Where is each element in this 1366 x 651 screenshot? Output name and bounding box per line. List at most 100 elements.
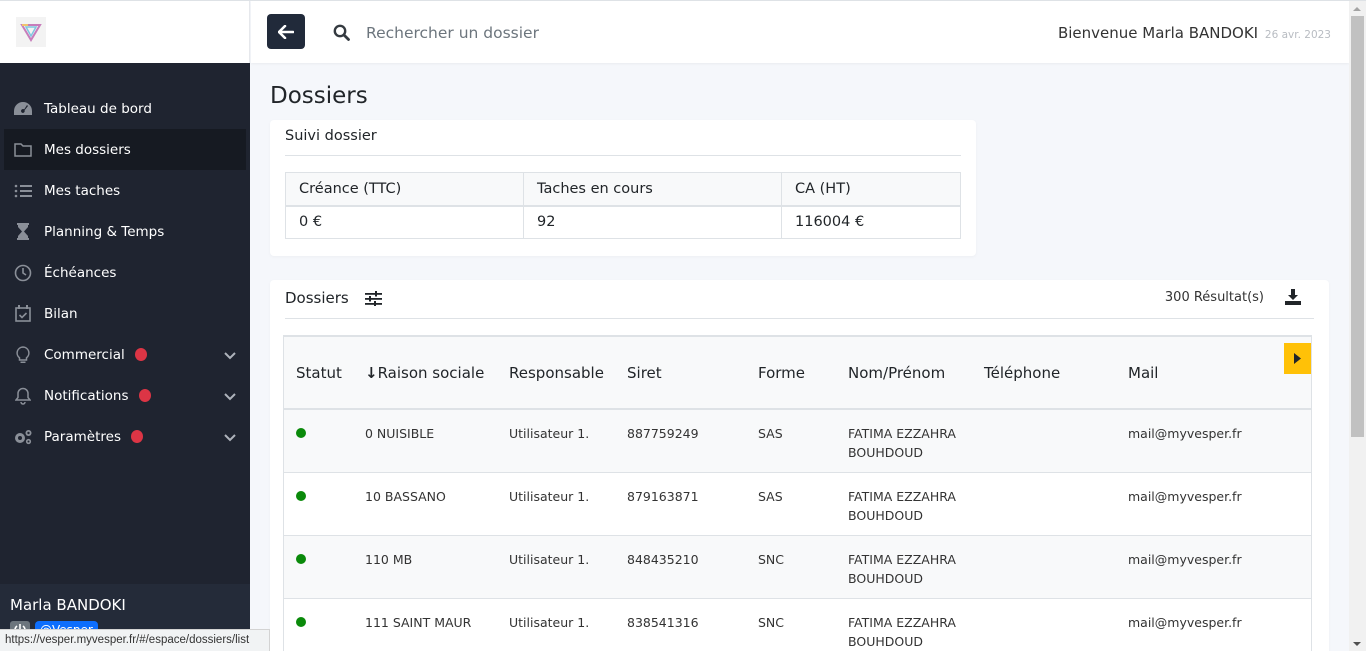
table-header-row: Statut ↓Raison sociale Responsable Siret… <box>284 337 1311 410</box>
lightbulb-icon <box>12 345 34 365</box>
summary-value-taches: 92 <box>523 205 782 239</box>
summary-value-creance: 0 € <box>285 205 524 239</box>
cell-forme: SAS <box>746 409 836 473</box>
sidebar-item-label: Bilan <box>44 305 78 322</box>
top-header: Bienvenue Marla BANDOKI 26 avr. 2023 <box>251 1 1349 63</box>
cell-forme: SAS <box>746 472 836 536</box>
column-header-telephone[interactable]: Téléphone <box>972 337 1116 410</box>
cell-raison-sociale: 111 SAINT MAUR <box>353 598 497 651</box>
column-header-statut[interactable]: Statut <box>284 337 353 410</box>
back-button[interactable] <box>267 14 305 49</box>
summary-value-ca: 116004 € <box>781 205 961 239</box>
cell-raison-sociale: 110 MB <box>353 535 497 599</box>
cell-telephone <box>972 535 1116 599</box>
vesper-logo[interactable] <box>16 17 46 47</box>
cell-raison-sociale: 10 BASSANO <box>353 472 497 536</box>
table-row[interactable]: 10 BASSANO Utilisateur 1. 879163871 SAS FATI… <box>284 472 1311 536</box>
column-header-raison-sociale[interactable]: ↓Raison sociale <box>353 337 497 410</box>
summary-table: Créance (TTC) Taches en cours CA (HT) 0 … <box>285 172 961 239</box>
notification-badge <box>138 389 151 402</box>
column-header-responsable[interactable]: Responsable <box>497 337 615 410</box>
cell-telephone <box>972 598 1116 651</box>
search-input[interactable] <box>366 19 866 47</box>
card-title: Suivi dossier <box>285 128 377 144</box>
chevron-down-icon[interactable] <box>224 430 236 446</box>
sidebar-item-tableau-de-bord[interactable]: Tableau de bord <box>0 88 250 129</box>
cell-nom-prenom: FATIMA EZZAHRA BOUHDOUD <box>836 535 972 599</box>
next-columns-button[interactable] <box>1284 343 1311 374</box>
sidebar-item-mes-dossiers[interactable]: Mes dossiers <box>4 129 246 170</box>
cell-statut <box>284 535 353 599</box>
folder-icon <box>12 140 34 160</box>
cell-nom-prenom: FATIMA EZZAHRA BOUHDOUD <box>836 598 972 651</box>
dossiers-list-card: Dossiers 300 Résultat(s) Statut ↓Raison … <box>270 280 1329 651</box>
column-header-nom-prenom[interactable]: Nom/Prénom <box>836 337 972 410</box>
sort-arrow-icon: ↓ <box>365 363 378 382</box>
download-icon[interactable] <box>1285 289 1301 309</box>
cell-forme: SNC <box>746 535 836 599</box>
suivi-dossier-card: Suivi dossier Créance (TTC) Taches en co… <box>270 120 976 256</box>
status-dot-icon <box>296 428 306 438</box>
status-dot-icon <box>296 553 306 564</box>
sidebar-item-label: Planning & Temps <box>44 223 165 240</box>
summary-header: CA (HT) <box>781 172 961 207</box>
page-scrollbar[interactable] <box>1349 1 1366 651</box>
column-header-mail[interactable]: Mail <box>1116 337 1311 410</box>
column-header-label: Raison sociale <box>377 363 485 382</box>
table-row[interactable]: 110 MB Utilisateur 1. 848435210 SNC FATIMA E… <box>284 535 1311 599</box>
arrow-left-icon <box>278 24 294 39</box>
column-header-siret[interactable]: Siret <box>615 337 746 410</box>
sidebar-item-label: Commercial <box>44 346 125 363</box>
scrollbar-thumb[interactable] <box>1351 16 1364 437</box>
table-row[interactable]: 0 NUISIBLE Utilisateur 1. 887759249 SAS FATI… <box>284 409 1311 473</box>
cell-telephone <box>972 409 1116 473</box>
summary-header-row: Créance (TTC) Taches en cours CA (HT) <box>285 172 961 207</box>
sidebar-item-mes-taches[interactable]: Mes taches <box>0 170 250 211</box>
sidebar: Tableau de bord Mes dossiers Mes taches … <box>0 1 250 651</box>
divider <box>285 155 961 156</box>
filter-sliders-icon[interactable] <box>365 291 382 310</box>
table-row[interactable]: 111 SAINT MAUR Utilisateur 1. 838541316 SNC… <box>284 598 1311 651</box>
sidebar-item-label: Mes taches <box>44 182 121 199</box>
dossiers-table-container: Statut ↓Raison sociale Responsable Siret… <box>283 335 1312 651</box>
sidebar-item-echeances[interactable]: Échéances <box>0 252 250 293</box>
gears-icon <box>12 427 34 447</box>
chevron-down-icon[interactable] <box>224 348 236 364</box>
chevron-down-icon[interactable] <box>224 389 236 405</box>
cell-mail: mail@myvesper.fr <box>1116 535 1311 599</box>
cell-raison-sociale: 0 NUISIBLE <box>353 409 497 473</box>
cell-responsable: Utilisateur 1. <box>497 472 615 536</box>
divider <box>285 318 1314 319</box>
notification-badge <box>130 430 143 443</box>
clock-icon <box>12 263 34 283</box>
page-title: Dossiers <box>270 83 368 109</box>
summary-header: Taches en cours <box>523 172 782 207</box>
scroll-down-arrow[interactable] <box>1353 642 1361 646</box>
cell-responsable: Utilisateur 1. <box>497 409 615 473</box>
sidebar-item-notifications[interactable]: Notifications <box>0 375 250 416</box>
bell-icon <box>12 386 34 406</box>
cell-siret: 879163871 <box>615 472 746 536</box>
cell-statut <box>284 598 353 651</box>
task-list-icon <box>12 181 34 201</box>
cell-telephone <box>972 472 1116 536</box>
cell-statut <box>284 472 353 536</box>
dashboard-gauge-icon <box>12 99 34 119</box>
column-header-forme[interactable]: Forme <box>746 337 836 410</box>
cell-siret: 848435210 <box>615 535 746 599</box>
welcome-text: Bienvenue Marla BANDOKI <box>1057 24 1259 42</box>
cell-statut <box>284 409 353 473</box>
sidebar-item-commercial[interactable]: Commercial <box>0 334 250 375</box>
sidebar-item-parametres[interactable]: Paramètres <box>0 416 250 457</box>
sidebar-item-planning[interactable]: Planning & Temps <box>0 211 250 252</box>
sidebar-item-bilan[interactable]: Bilan <box>0 293 250 334</box>
calendar-check-icon <box>12 304 34 324</box>
list-title: Dossiers <box>285 289 349 307</box>
sidebar-item-label: Notifications <box>44 387 129 404</box>
browser-status-url: https://vesper.myvesper.fr/#/espace/doss… <box>0 629 270 651</box>
search-icon[interactable] <box>333 24 350 45</box>
cell-responsable: Utilisateur 1. <box>497 535 615 599</box>
scroll-up-arrow[interactable] <box>1353 7 1361 11</box>
cell-siret: 887759249 <box>615 409 746 473</box>
hourglass-icon <box>12 222 34 242</box>
